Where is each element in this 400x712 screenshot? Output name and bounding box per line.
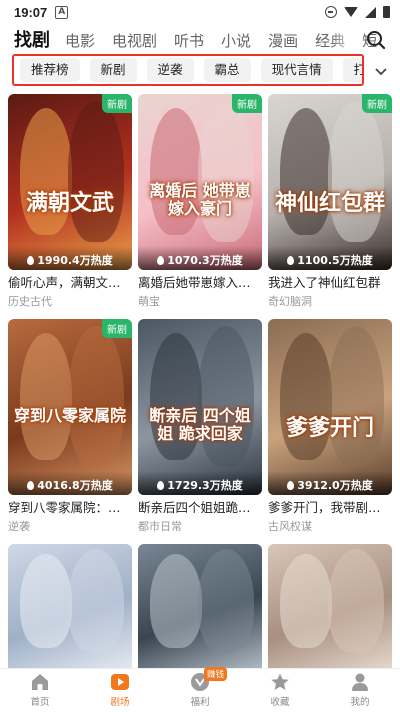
tag-recommended[interactable]: 推荐榜 bbox=[20, 58, 80, 82]
card-title[interactable]: 爹爹开门，我带剧本... bbox=[268, 500, 392, 516]
nav-home[interactable]: 首页 bbox=[0, 669, 80, 712]
earn-badge: 赚钱 bbox=[204, 667, 228, 681]
card-genre: 历史古代 bbox=[8, 295, 52, 308]
new-badge: 新剧 bbox=[362, 94, 392, 113]
poster-art-text: 神仙红包群 bbox=[274, 190, 385, 216]
poster-image[interactable] bbox=[268, 544, 392, 674]
star-icon bbox=[271, 673, 289, 690]
drama-card[interactable]: 离婚后 她带崽 嫁入豪门 新剧 1070.3万热度 离婚后她带崽嫁入豪... 萌… bbox=[138, 94, 262, 309]
nav-favorites[interactable]: 收藏 bbox=[240, 669, 320, 712]
poster-art-text: 断亲后 四个姐姐 跪求回家 bbox=[149, 406, 251, 444]
fire-icon bbox=[27, 481, 35, 490]
tag-new-drama[interactable]: 新剧 bbox=[89, 58, 137, 82]
tab-find-drama[interactable]: 找剧 bbox=[14, 30, 50, 52]
card-genre: 逆袭 bbox=[8, 520, 30, 533]
battery-icon bbox=[383, 6, 390, 18]
poster-image[interactable]: 神仙红包群 新剧 1100.5万热度 bbox=[268, 94, 392, 270]
fire-icon bbox=[27, 256, 35, 265]
tab-movies[interactable]: 电影 bbox=[65, 30, 95, 52]
tab-audiobooks[interactable]: 听书 bbox=[174, 30, 204, 52]
poster-art-text: 离婚后 她带崽 嫁入豪门 bbox=[149, 181, 251, 219]
category-tabs: 找剧 电影 电视剧 听书 小说 漫画 经典 短 bbox=[0, 26, 400, 52]
tab-novels[interactable]: 小说 bbox=[221, 30, 251, 52]
drama-card[interactable]: 穿到八零家属院 新剧 4016.8万热度 穿到八零家属院：撩... 逆袭 bbox=[8, 319, 132, 534]
poster-image[interactable] bbox=[138, 544, 262, 674]
poster-art-text: 爹爹开门 bbox=[285, 415, 374, 441]
poster-image[interactable]: 爹爹开门 3912.0万热度 bbox=[268, 319, 392, 495]
home-icon bbox=[32, 674, 48, 690]
tag-filter-bar: 推荐榜 新剧 逆袭 霸总 现代言情 打脸 bbox=[12, 54, 364, 86]
heat-label: 1729.3万热度 bbox=[138, 471, 262, 495]
notification-icon: A bbox=[55, 5, 69, 19]
do-not-disturb-icon bbox=[325, 6, 337, 18]
drama-card[interactable] bbox=[8, 544, 132, 674]
card-title[interactable]: 我进入了神仙红包群 bbox=[268, 275, 392, 291]
tag-modern-romance[interactable]: 现代言情 bbox=[260, 58, 333, 82]
card-title[interactable]: 断亲后四个姐姐跪求... bbox=[138, 500, 262, 516]
tag-ceo[interactable]: 霸总 bbox=[203, 58, 251, 82]
fire-icon bbox=[157, 256, 165, 265]
fire-icon bbox=[287, 481, 295, 490]
poster-image[interactable]: 满朝文武 新剧 1990.4万热度 bbox=[8, 94, 132, 270]
nav-profile[interactable]: 我的 bbox=[320, 669, 400, 712]
nav-welfare[interactable]: 赚钱 福利 bbox=[160, 667, 240, 712]
heat-label: 1100.5万热度 bbox=[268, 246, 392, 270]
new-badge: 新剧 bbox=[232, 94, 262, 113]
signal-icon bbox=[365, 6, 376, 18]
bottom-nav: 首页 剧场 赚钱 福利 收藏 我的 bbox=[0, 667, 400, 712]
status-bar: 19:07 A bbox=[0, 0, 400, 24]
drama-card[interactable]: 断亲后 四个姐姐 跪求回家 1729.3万热度 断亲后四个姐姐跪求... 都市日… bbox=[138, 319, 262, 534]
poster-image[interactable]: 断亲后 四个姐姐 跪求回家 1729.3万热度 bbox=[138, 319, 262, 495]
card-title[interactable]: 离婚后她带崽嫁入豪... bbox=[138, 275, 262, 291]
card-genre: 古风权谋 bbox=[268, 520, 312, 533]
drama-grid: 满朝文武 新剧 1990.4万热度 偷听心声，满朝文武... 历史古代 离婚后 … bbox=[8, 94, 392, 674]
heat-label: 4016.8万热度 bbox=[8, 471, 132, 495]
card-title[interactable]: 穿到八零家属院：撩... bbox=[8, 500, 132, 516]
poster-art-text: 满朝文武 bbox=[25, 190, 114, 216]
status-time: 19:07 bbox=[14, 4, 48, 20]
card-genre: 奇幻脑洞 bbox=[268, 295, 312, 308]
wifi-icon bbox=[344, 7, 358, 17]
heat-label: 1990.4万热度 bbox=[8, 246, 132, 270]
drama-card[interactable]: 爹爹开门 3912.0万热度 爹爹开门，我带剧本... 古风权谋 bbox=[268, 319, 392, 534]
tab-tv-series[interactable]: 电视剧 bbox=[112, 30, 157, 52]
poster-art-text: 穿到八零家属院 bbox=[14, 406, 127, 425]
tab-comics[interactable]: 漫画 bbox=[268, 30, 298, 52]
drama-card[interactable] bbox=[268, 544, 392, 674]
drama-card[interactable]: 满朝文武 新剧 1990.4万热度 偷听心声，满朝文武... 历史古代 bbox=[8, 94, 132, 309]
nav-theater[interactable]: 剧场 bbox=[80, 669, 160, 712]
card-genre: 都市日常 bbox=[138, 520, 182, 533]
new-badge: 新剧 bbox=[102, 94, 132, 113]
heat-label: 1070.3万热度 bbox=[138, 246, 262, 270]
chevron-down-icon[interactable] bbox=[372, 62, 390, 80]
poster-image[interactable]: 穿到八零家属院 新剧 4016.8万热度 bbox=[8, 319, 132, 495]
poster-image[interactable]: 离婚后 她带崽 嫁入豪门 新剧 1070.3万热度 bbox=[138, 94, 262, 270]
new-badge: 新剧 bbox=[102, 319, 132, 338]
card-title[interactable]: 偷听心声，满朝文武... bbox=[8, 275, 132, 291]
tag-face-slap[interactable]: 打脸 bbox=[342, 58, 362, 82]
fire-icon bbox=[287, 256, 295, 265]
heat-label: 3912.0万热度 bbox=[268, 471, 392, 495]
drama-card[interactable]: 神仙红包群 新剧 1100.5万热度 我进入了神仙红包群 奇幻脑洞 bbox=[268, 94, 392, 309]
search-icon[interactable] bbox=[366, 30, 386, 50]
user-icon bbox=[352, 673, 368, 691]
theater-icon bbox=[111, 674, 129, 690]
card-genre: 萌宝 bbox=[138, 295, 160, 308]
drama-card[interactable] bbox=[138, 544, 262, 674]
fire-icon bbox=[157, 481, 165, 490]
tag-comeback[interactable]: 逆袭 bbox=[146, 58, 194, 82]
poster-image[interactable] bbox=[8, 544, 132, 674]
